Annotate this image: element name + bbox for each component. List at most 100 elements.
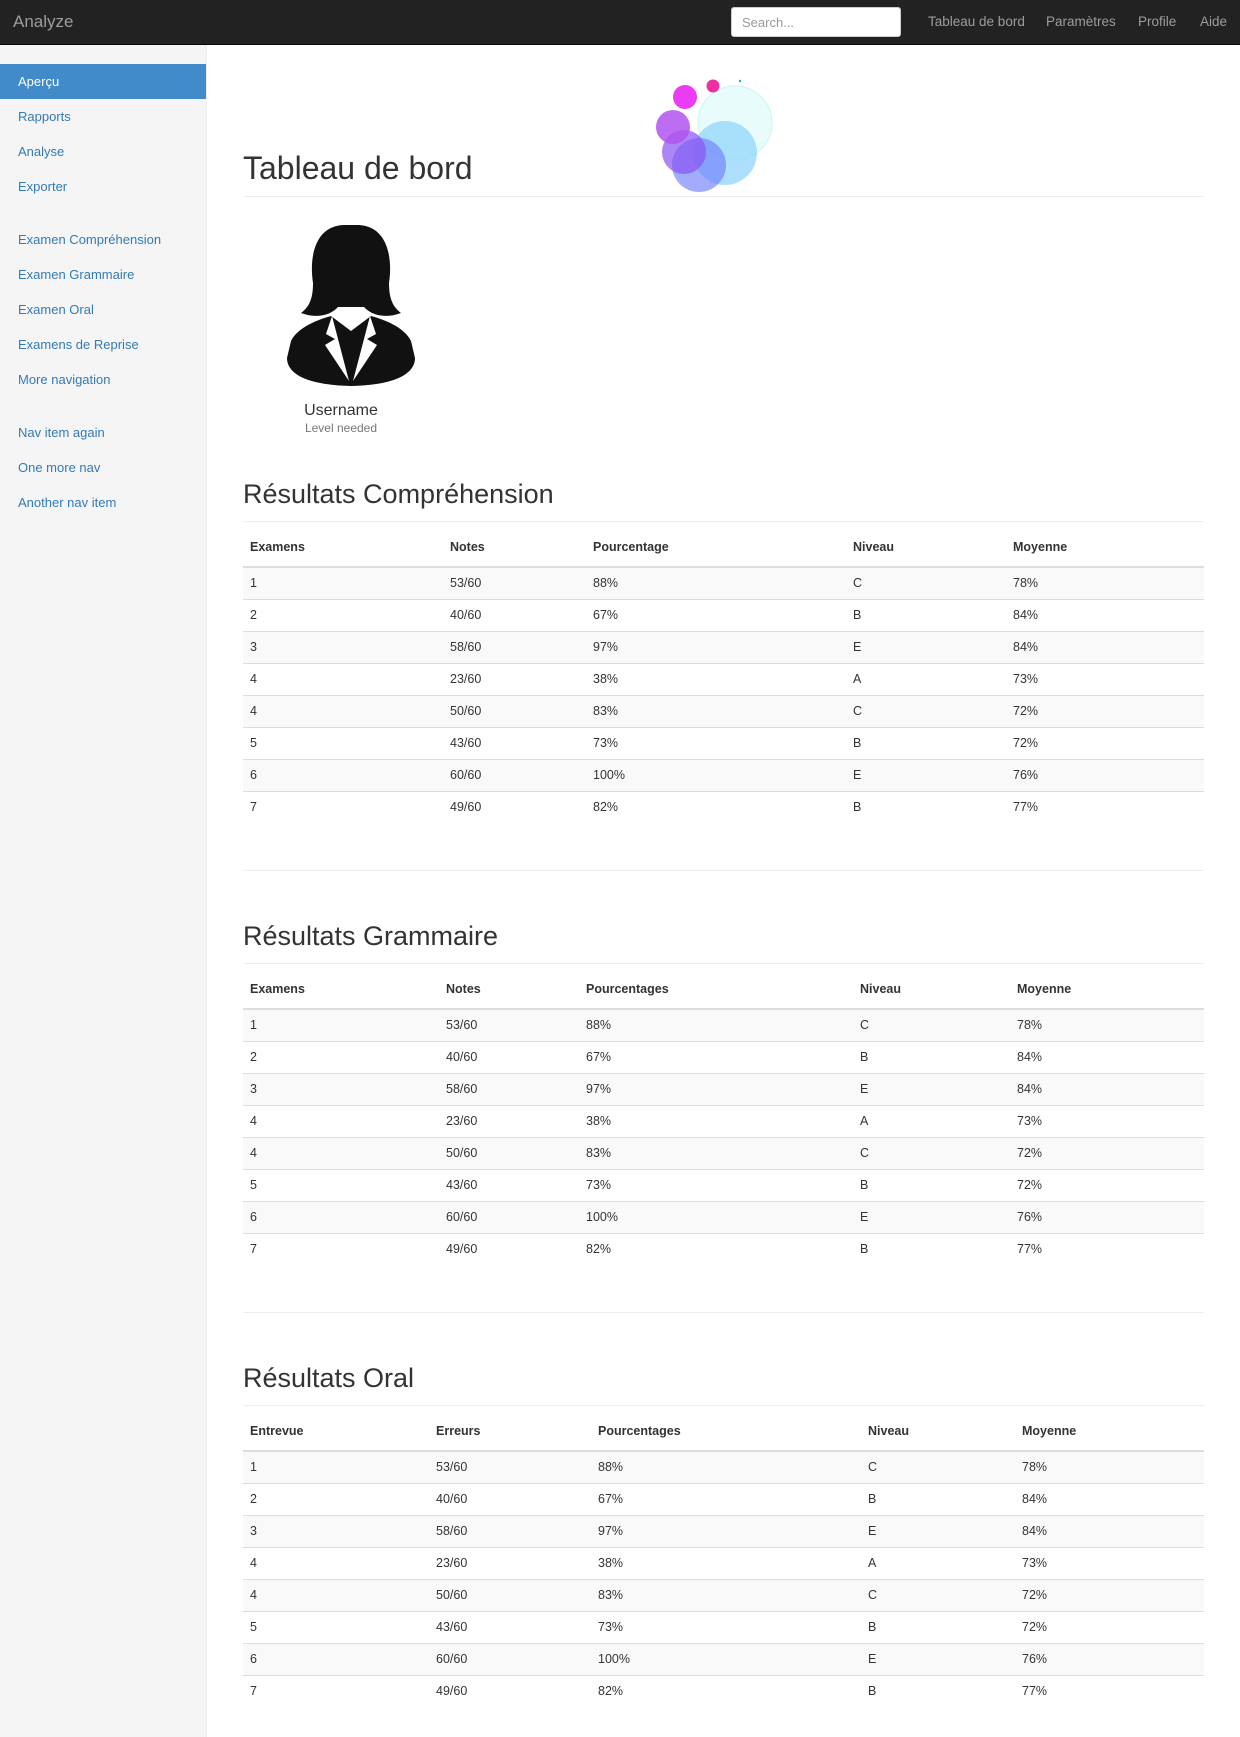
sidebar-item-examen-oral[interactable]: Examen Oral: [0, 292, 206, 327]
column-header: Notes: [443, 528, 586, 568]
table-cell: 50/60: [439, 1136, 579, 1169]
table-cell: 23/60: [443, 662, 586, 695]
sidebar-item-examens-de-reprise[interactable]: Examens de Reprise: [0, 327, 206, 362]
table-cell: 82%: [586, 790, 846, 823]
table-row: 3 58/60 97% E 84%: [243, 1072, 1204, 1105]
topnav-profile[interactable]: Profile: [1138, 0, 1176, 45]
table-cell: 2: [243, 1482, 429, 1515]
table-cell: 50/60: [429, 1578, 591, 1611]
table-cell: C: [846, 566, 1006, 599]
table-cell: A: [861, 1546, 1015, 1579]
table-cell: 67%: [586, 598, 846, 631]
table-cell: 4: [243, 662, 443, 695]
table-cell: E: [853, 1200, 1010, 1233]
table-row: 7 49/60 82% B 77%: [243, 1232, 1204, 1265]
table-cell: C: [861, 1578, 1015, 1611]
table-cell: 1: [243, 1008, 439, 1041]
table-row: 4 50/60 83% C 72%: [243, 1136, 1204, 1169]
table-cell: 72%: [1006, 726, 1204, 759]
table-cell: 100%: [579, 1200, 853, 1233]
topnav-parametres[interactable]: Paramètres: [1046, 0, 1116, 45]
sidebar-item-nav-item-again[interactable]: Nav item again: [0, 415, 206, 450]
table-cell: 84%: [1006, 630, 1204, 663]
table-row: 7 49/60 82% B 77%: [243, 790, 1204, 823]
table-cell: 6: [243, 1642, 429, 1675]
sidebar-item-another-nav-item[interactable]: Another nav item: [0, 485, 206, 520]
table-cell: 82%: [579, 1232, 853, 1265]
table-cell: E: [846, 630, 1006, 663]
column-header: Moyenne: [1010, 970, 1204, 1010]
table-cell: 7: [243, 1674, 429, 1707]
table-cell: 3: [243, 1072, 439, 1105]
table-cell: 4: [243, 1104, 439, 1137]
column-header: Moyenne: [1015, 1412, 1204, 1452]
table-cell: 50/60: [443, 694, 586, 727]
table-cell: 100%: [591, 1642, 861, 1675]
grammaire-table: Examens Notes Pourcentages Niveau Moyenn…: [243, 970, 1204, 1265]
table-cell: 4: [243, 1546, 429, 1579]
table-cell: 5: [243, 726, 443, 759]
table-cell: E: [853, 1072, 1010, 1105]
table-header-row: Examens Notes Pourcentages Niveau Moyenn…: [243, 970, 1204, 1010]
table-cell: 73%: [591, 1610, 861, 1643]
table-cell: 77%: [1015, 1674, 1204, 1707]
table-cell: 5: [243, 1610, 429, 1643]
column-header: Pourcentage: [586, 528, 846, 568]
oral-divider: [243, 1405, 1204, 1406]
table-cell: 97%: [591, 1514, 861, 1547]
sidebar-item-rapports[interactable]: Rapports: [0, 99, 206, 134]
table-cell: 72%: [1010, 1168, 1204, 1201]
table-cell: 7: [243, 1232, 439, 1265]
table-cell: 60/60: [439, 1200, 579, 1233]
topnav-aide[interactable]: Aide: [1200, 0, 1227, 45]
table-cell: B: [846, 598, 1006, 631]
table-row: 3 58/60 97% E 84%: [243, 1514, 1204, 1547]
table-cell: C: [853, 1136, 1010, 1169]
table-cell: 49/60: [429, 1674, 591, 1707]
table-cell: 100%: [586, 758, 846, 791]
table-cell: 82%: [591, 1674, 861, 1707]
table-cell: 77%: [1010, 1232, 1204, 1265]
oral-table: Entrevue Erreurs Pourcentages Niveau Moy…: [243, 1412, 1204, 1707]
table-row: 4 23/60 38% A 73%: [243, 1546, 1204, 1579]
table-cell: 67%: [579, 1040, 853, 1073]
sidebar-item-examen-grammaire[interactable]: Examen Grammaire: [0, 257, 206, 292]
sidebar-item-examen-comprehension[interactable]: Examen Compréhension: [0, 222, 206, 257]
table-cell: 43/60: [439, 1168, 579, 1201]
table-cell: C: [846, 694, 1006, 727]
table-cell: 78%: [1010, 1008, 1204, 1041]
brand-link[interactable]: Analyze: [13, 12, 73, 32]
table-cell: 58/60: [429, 1514, 591, 1547]
sidebar-item-more-navigation[interactable]: More navigation: [0, 362, 206, 397]
sidebar-item-exporter[interactable]: Exporter: [0, 169, 206, 204]
profile-level: Level needed: [304, 421, 378, 435]
table-cell: 84%: [1015, 1514, 1204, 1547]
topnav-tableau-de-bord[interactable]: Tableau de bord: [928, 0, 1025, 45]
section-divider: [243, 1312, 1204, 1313]
table-cell: 7: [243, 790, 443, 823]
table-row: 1 53/60 88% C 78%: [243, 1450, 1204, 1483]
table-cell: 72%: [1006, 694, 1204, 727]
table-cell: 78%: [1006, 566, 1204, 599]
female-avatar-icon: [287, 225, 415, 386]
table-row: 4 23/60 38% A 73%: [243, 662, 1204, 695]
table-cell: C: [861, 1450, 1015, 1483]
search-input[interactable]: [731, 7, 901, 37]
table-cell: 4: [243, 1136, 439, 1169]
oral-title: Résultats Oral: [243, 1363, 415, 1393]
sidebar-item-one-more-nav[interactable]: One more nav: [0, 450, 206, 485]
table-row: 5 43/60 73% B 72%: [243, 1168, 1204, 1201]
table-cell: 73%: [1010, 1104, 1204, 1137]
table-row: 6 60/60 100% E 76%: [243, 758, 1204, 791]
table-header-row: Entrevue Erreurs Pourcentages Niveau Moy…: [243, 1412, 1204, 1452]
table-cell: 6: [243, 1200, 439, 1233]
table-cell: B: [853, 1232, 1010, 1265]
table-cell: E: [861, 1642, 1015, 1675]
sidebar-item-analyse[interactable]: Analyse: [0, 134, 206, 169]
sidebar: Aperçu Rapports Analyse Exporter Examen …: [0, 45, 207, 1737]
table-cell: 72%: [1010, 1136, 1204, 1169]
table-cell: 3: [243, 630, 443, 663]
table-cell: 58/60: [443, 630, 586, 663]
sidebar-item-apercu[interactable]: Aperçu: [0, 64, 206, 99]
table-cell: B: [861, 1610, 1015, 1643]
